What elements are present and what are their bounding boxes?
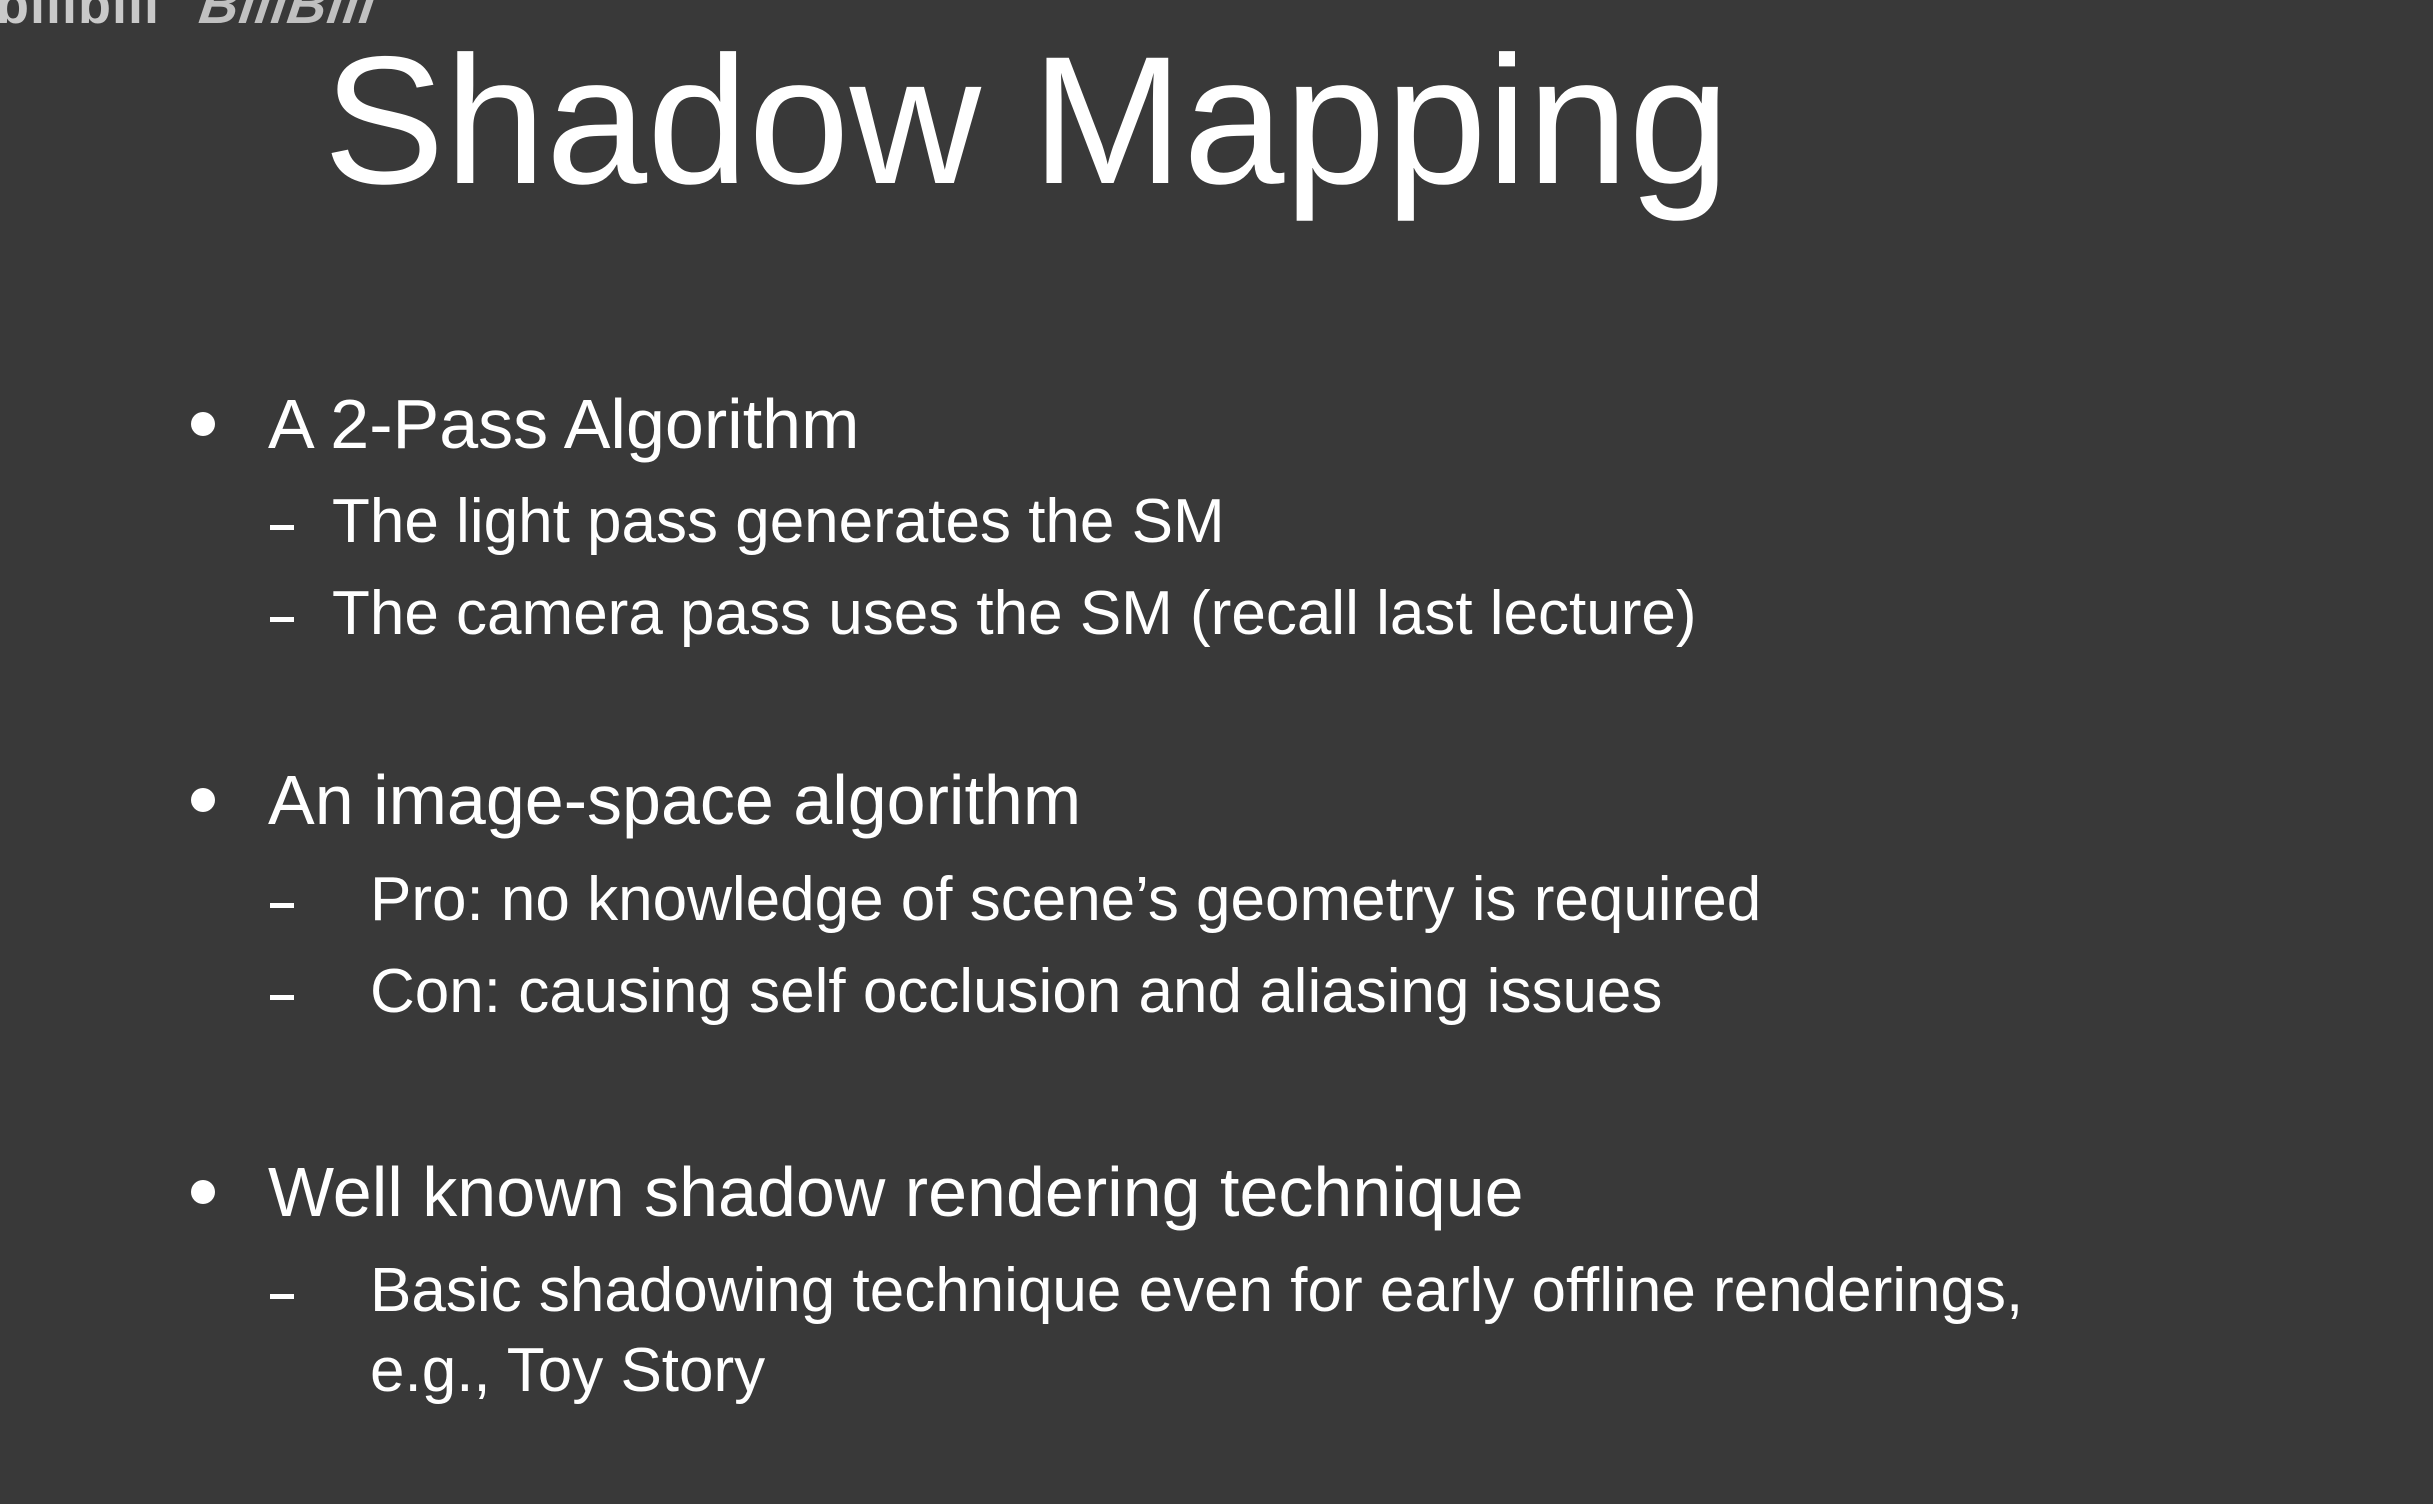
- sub-item-2-1: Pro: no knowledge of scene’s geometry is…: [370, 865, 1762, 934]
- sub-item-3-1-continued: e.g., Toy Story: [370, 1336, 766, 1405]
- bullet-dot-icon: [191, 412, 215, 436]
- bullet-dot-icon: [191, 788, 215, 812]
- dash-icon: [270, 1294, 294, 1299]
- sub-item-1-1: The light pass generates the SM: [332, 487, 1225, 556]
- dash-icon: [270, 617, 294, 622]
- sub-item-3-1: Basic shadowing technique even for early…: [370, 1256, 2024, 1325]
- bullet-text-2: An image-space algorithm: [268, 761, 1082, 839]
- sub-item-2-2: Con: causing self occlusion and aliasing…: [370, 957, 1663, 1026]
- slide-title: Shadow Mapping: [323, 18, 1730, 222]
- bullet-text-3: Well known shadow rendering technique: [268, 1153, 1524, 1231]
- bullet-dot-icon: [191, 1180, 215, 1204]
- dash-icon: [270, 995, 294, 1000]
- dash-icon: [270, 903, 294, 908]
- sub-item-1-2: The camera pass uses the SM (recall last…: [332, 579, 1697, 648]
- bullet-text-1: A 2-Pass Algorithm: [268, 385, 860, 463]
- dash-icon: [270, 525, 294, 530]
